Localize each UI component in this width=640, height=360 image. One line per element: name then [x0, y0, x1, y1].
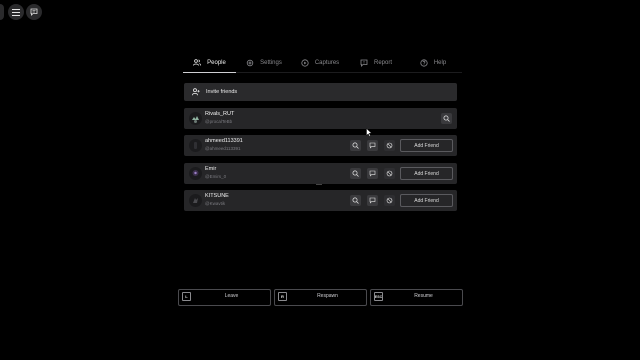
tab-help-label: Help [433, 59, 447, 66]
divider [316, 184, 322, 185]
report-icon [369, 197, 376, 204]
invite-friends-button[interactable]: Invite friends [184, 83, 457, 101]
tab-people-label: People [207, 59, 226, 66]
add-user-icon [192, 88, 200, 96]
help-icon [420, 58, 428, 67]
player-name: ahmeed113391 [205, 138, 243, 144]
player-row: ahmeed113391 @ahmeed113391 Add Friend [184, 135, 457, 156]
magnify-icon [443, 115, 450, 122]
chat-button[interactable] [26, 4, 42, 20]
player-name: Emir [205, 166, 217, 172]
view-profile-button[interactable] [441, 113, 452, 124]
menu-icon [12, 8, 20, 16]
gear-icon [246, 59, 254, 66]
player-name: KITSUNE [205, 193, 229, 199]
avatar [189, 139, 202, 152]
block-icon [386, 197, 393, 204]
invite-friends-label: Invite friends [206, 89, 238, 95]
toolbar-edge [0, 4, 4, 20]
view-profile-button[interactable] [350, 168, 361, 179]
player-row-self: Rivals_RUT @procalTeBb [184, 108, 457, 129]
magnify-icon [352, 197, 359, 204]
tab-settings-label: Settings [260, 59, 282, 66]
respawn-label: Respawn [317, 293, 338, 299]
key-hint: ESC [374, 292, 383, 301]
tab-report[interactable]: Report [348, 53, 404, 72]
magnify-icon [352, 142, 359, 149]
tab-people[interactable]: People [183, 53, 236, 73]
player-tag: @Kwavtik [205, 201, 226, 206]
tab-report-label: Report [373, 59, 392, 66]
play-icon [301, 58, 309, 67]
add-friend-button[interactable]: Add Friend [400, 139, 453, 152]
report-player-button[interactable] [367, 168, 378, 179]
avatar [189, 194, 202, 207]
report-player-button[interactable] [367, 195, 378, 206]
resume-button[interactable]: ESC Resume [370, 289, 463, 306]
player-row: KITSUNE @Kwavtik Add Friend [184, 190, 457, 211]
player-tag: @Emirs_0 [205, 174, 227, 179]
player-row: Emir @Emirs_0 Add Friend [184, 163, 457, 184]
add-friend-button[interactable]: Add Friend [400, 194, 453, 207]
report-icon [369, 142, 376, 149]
block-player-button[interactable] [384, 195, 395, 206]
player-tag: @ahmeed113391 [205, 146, 241, 151]
view-profile-button[interactable] [350, 195, 361, 206]
add-friend-button[interactable]: Add Friend [400, 167, 453, 180]
block-icon [386, 170, 393, 177]
avatar [189, 167, 202, 180]
player-name: Rivals_RUT [205, 111, 235, 117]
tab-captures[interactable]: Captures [292, 53, 348, 72]
menu-button[interactable] [8, 4, 24, 20]
leave-label: Leave [224, 293, 239, 299]
player-tag: @procalTeBb [205, 119, 233, 124]
chat-icon [30, 8, 38, 16]
people-icon [193, 59, 202, 66]
block-player-button[interactable] [384, 140, 395, 151]
tab-help[interactable]: Help [404, 53, 462, 72]
report-icon [369, 170, 376, 177]
report-player-button[interactable] [367, 140, 378, 151]
respawn-button[interactable]: R Respawn [274, 289, 367, 306]
tab-captures-label: Captures [314, 59, 340, 66]
report-icon [360, 59, 368, 67]
magnify-icon [352, 170, 359, 177]
tab-settings[interactable]: Settings [236, 53, 292, 72]
block-player-button[interactable] [384, 168, 395, 179]
avatar [189, 112, 202, 125]
view-profile-button[interactable] [350, 140, 361, 151]
leave-button[interactable]: L Leave [178, 289, 271, 306]
key-hint: L [182, 292, 191, 301]
top-toolbar [0, 4, 44, 20]
block-icon [386, 142, 393, 149]
cursor-icon [366, 128, 372, 137]
key-hint: R [278, 292, 287, 301]
resume-label: Resume [414, 293, 433, 299]
tab-bar: People Settings Captures Report Help [183, 53, 462, 73]
